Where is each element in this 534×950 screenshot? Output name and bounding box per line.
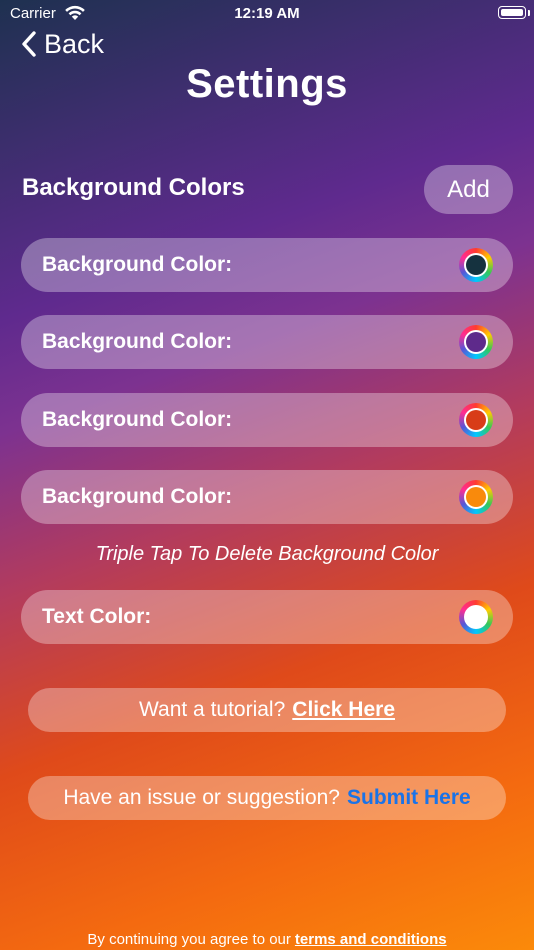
row-label: Background Color: xyxy=(42,408,233,431)
swatch-color xyxy=(466,332,486,352)
swatch-color xyxy=(466,410,486,430)
chevron-left-icon xyxy=(22,31,36,57)
row-label: Text Color: xyxy=(42,605,152,628)
background-color-row-2[interactable]: Background Color: xyxy=(21,315,513,369)
section-title-background-colors: Background Colors xyxy=(22,174,245,201)
submit-link[interactable]: Submit Here xyxy=(347,786,471,810)
swatch-color xyxy=(466,607,486,627)
feedback-text: Have an issue or suggestion? xyxy=(63,786,340,809)
terms-link[interactable]: terms and conditions xyxy=(295,931,447,948)
add-color-button[interactable]: Add xyxy=(424,165,513,214)
color-swatch-icon[interactable] xyxy=(459,403,493,437)
row-label: Background Color: xyxy=(42,330,233,353)
battery-tip xyxy=(528,10,530,16)
background-color-row-3[interactable]: Background Color: xyxy=(21,393,513,447)
status-bar: Carrier 12:19 AM xyxy=(0,0,534,28)
color-swatch-icon[interactable] xyxy=(459,480,493,514)
color-swatch-icon[interactable] xyxy=(459,248,493,282)
footer-terms: By continuing you agree to our terms and … xyxy=(0,931,534,948)
color-swatch-icon[interactable] xyxy=(459,325,493,359)
tutorial-pill: Want a tutorial? Click Here xyxy=(28,688,506,732)
tutorial-link[interactable]: Click Here xyxy=(292,698,395,722)
page-title: Settings xyxy=(186,62,348,106)
row-label: Background Color: xyxy=(42,253,233,276)
status-time: 12:19 AM xyxy=(234,5,300,22)
delete-hint: Triple Tap To Delete Background Color xyxy=(95,543,439,565)
battery-icon xyxy=(498,6,526,19)
tutorial-text: Want a tutorial? xyxy=(138,698,286,721)
back-label: Back xyxy=(44,28,105,59)
back-button[interactable]: Back xyxy=(20,26,104,62)
row-label: Background Color: xyxy=(42,485,233,508)
color-swatch-icon[interactable] xyxy=(459,600,493,634)
feedback-pill: Have an issue or suggestion? Submit Here xyxy=(28,776,506,820)
background-color-row-4[interactable]: Background Color: xyxy=(21,470,513,524)
background-color-row-1[interactable]: Background Color: xyxy=(21,238,513,292)
swatch-color xyxy=(466,255,486,275)
footer-text: By continuing you agree to our xyxy=(87,931,291,948)
swatch-color xyxy=(466,487,486,507)
text-color-row[interactable]: Text Color: xyxy=(21,590,513,644)
